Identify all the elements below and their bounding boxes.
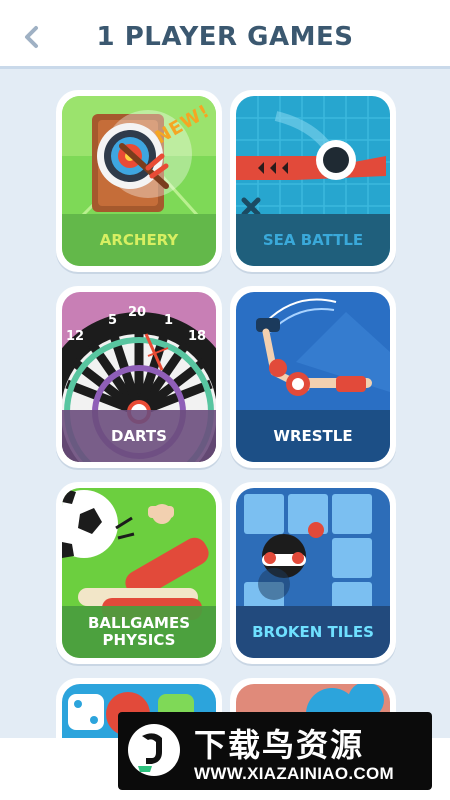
game-card-sea-battle[interactable]: SEA BATTLE: [230, 90, 396, 272]
watermark-title: 下载鸟资源: [194, 726, 365, 764]
dart-number: 20: [128, 305, 146, 320]
watermark-url: WWW.XIAZAINIAO.COM: [194, 764, 394, 783]
game-label: BALLGAMES PHYSICS: [87, 614, 191, 649]
dart-number: 18: [188, 329, 206, 344]
bird-logo-icon: [128, 724, 180, 776]
dart-number: 5: [108, 313, 117, 328]
game-card-ballgames-physics[interactable]: BALLGAMES PHYSICS: [56, 482, 222, 664]
darts-artwork: 5 20 1 12 18 DARTS: [62, 292, 216, 462]
wrestle-artwork: WRESTLE: [236, 292, 390, 462]
dart-number: 12: [66, 329, 84, 344]
game-card-wrestle[interactable]: WRESTLE: [230, 286, 396, 468]
game-card-archery[interactable]: NEW! ARCHERY: [56, 90, 222, 272]
dart-number: 1: [164, 313, 173, 328]
page-title: 1 PLAYER GAMES: [96, 22, 354, 52]
game-card-darts[interactable]: 5 20 1 12 18 DARTS: [56, 286, 222, 468]
game-label: ARCHERY: [99, 230, 179, 249]
game-label: BROKEN TILES: [252, 622, 374, 641]
game-card-broken-tiles[interactable]: BROKEN TILES: [230, 482, 396, 664]
watermark-banner: 下载鸟资源 WWW.XIAZAINIAO.COM: [118, 712, 432, 790]
game-label: WRESTLE: [273, 426, 353, 445]
ballgames-physics-artwork: BALLGAMES PHYSICS: [62, 488, 216, 658]
game-label: DARTS: [111, 426, 167, 445]
sea-battle-artwork: SEA BATTLE: [236, 96, 390, 266]
header-bar: 1 PLAYER GAMES: [0, 0, 450, 69]
broken-tiles-artwork: BROKEN TILES: [236, 488, 390, 658]
archery-artwork: NEW! ARCHERY: [62, 96, 216, 266]
game-label: SEA BATTLE: [262, 230, 364, 249]
